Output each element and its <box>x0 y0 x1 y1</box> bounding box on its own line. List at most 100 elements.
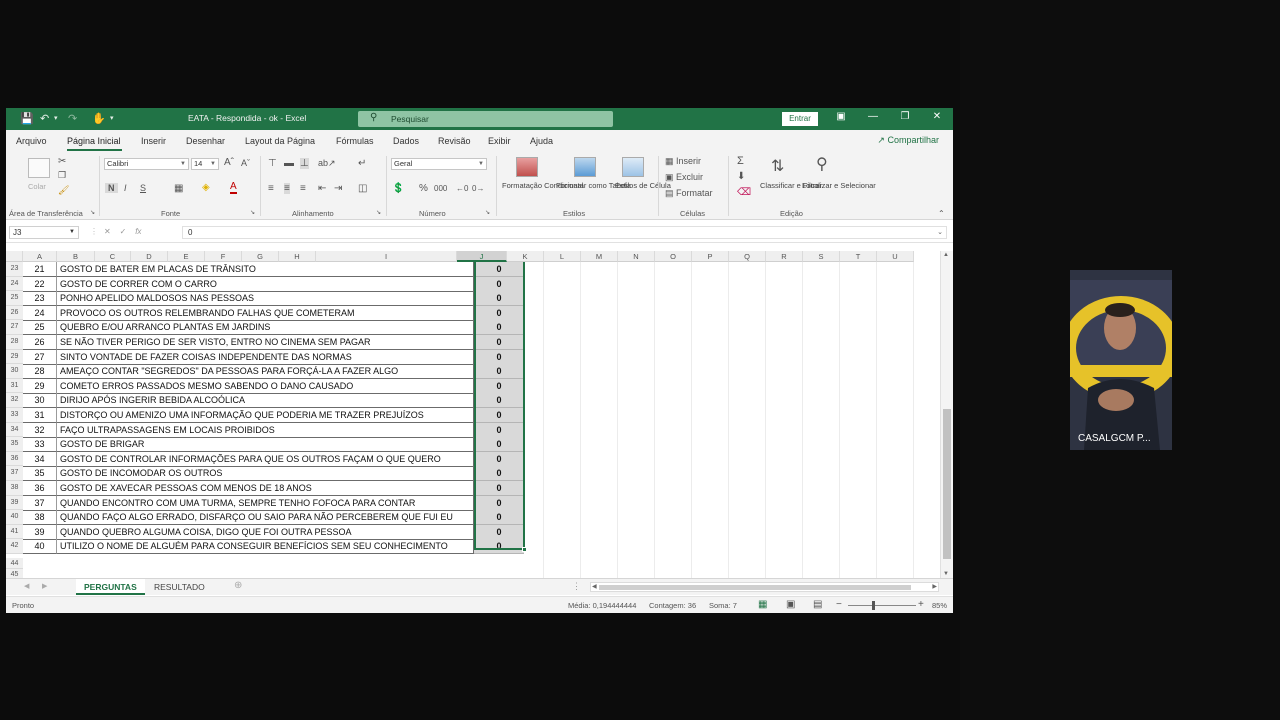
customize-toolbar-icon[interactable]: ▾ <box>110 112 114 126</box>
sort-filter-label[interactable]: Classificar e Filtrar <box>760 181 822 191</box>
row-header[interactable]: 40 <box>6 510 23 525</box>
horizontal-scroll-thumb[interactable] <box>599 585 911 590</box>
row-header[interactable]: 28 <box>6 335 23 350</box>
question-number-cell[interactable]: 34 <box>23 451 57 467</box>
question-number-cell[interactable]: 32 <box>23 422 57 438</box>
question-text-cell[interactable]: GOSTO DE INCOMODAR OS OUTROS <box>57 466 474 482</box>
row-header[interactable]: 24 <box>6 276 23 292</box>
count-status[interactable]: Contagem: 36 <box>649 601 696 610</box>
question-text-cell[interactable]: DIRIJO APÓS INGERIR BEBIDA ALCOÓLICA <box>57 393 474 409</box>
cut-icon[interactable]: ✂ <box>58 156 66 167</box>
row-header[interactable]: 31 <box>6 378 23 394</box>
number-launcher-icon[interactable]: ↘ <box>485 209 490 216</box>
question-number-cell[interactable]: 35 <box>23 466 57 482</box>
touch-mode-icon[interactable]: ✋ <box>92 112 106 126</box>
row-header[interactable]: 33 <box>6 408 23 423</box>
zoom-slider[interactable] <box>848 605 916 606</box>
row-header[interactable]: 36 <box>6 451 23 467</box>
column-header-k[interactable]: K <box>507 251 544 262</box>
tab-revisao[interactable]: Revisão <box>438 136 471 146</box>
column-header-u[interactable]: U <box>877 251 914 262</box>
wrap-text-icon[interactable]: ↵ <box>358 158 366 169</box>
paste-label[interactable]: Colar <box>28 182 46 192</box>
column-header-m[interactable]: M <box>581 251 618 262</box>
orientation-icon[interactable]: ab↗ <box>318 158 336 169</box>
column-header-e[interactable]: E <box>168 251 205 262</box>
undo-icon[interactable]: ↶ <box>40 112 49 126</box>
question-text-cell[interactable]: QUEBRO E/OU ARRANCO PLANTAS EM JARDINS <box>57 320 474 336</box>
question-number-cell[interactable]: 28 <box>23 364 57 380</box>
page-break-icon[interactable]: ▤ <box>813 599 822 610</box>
borders-icon[interactable]: ▦ <box>174 183 183 194</box>
font-launcher-icon[interactable]: ↘ <box>250 209 255 216</box>
question-number-cell[interactable]: 38 <box>23 510 57 526</box>
column-header-s[interactable]: S <box>803 251 840 262</box>
format-painter-icon[interactable]: 🖌 <box>58 185 69 196</box>
row-header[interactable]: 42 <box>6 539 23 554</box>
column-header-c[interactable]: C <box>95 251 131 262</box>
question-number-cell[interactable]: 26 <box>23 335 57 350</box>
prev-sheet-icon[interactable]: ◀ <box>24 582 29 590</box>
increase-font-icon[interactable]: Aˆ <box>224 157 234 168</box>
next-sheet-icon[interactable]: ▶ <box>42 582 47 590</box>
column-header-q[interactable]: Q <box>729 251 766 262</box>
scroll-left-icon[interactable]: ◀ <box>592 583 597 590</box>
question-text-cell[interactable]: AMEAÇO CONTAR "SEGREDOS" DA PESSOAS PARA… <box>57 364 474 380</box>
question-text-cell[interactable]: COMETO ERROS PASSADOS MESMO SABENDO O DA… <box>57 378 474 394</box>
tab-pagina-inicial[interactable]: Página Inicial <box>67 136 121 146</box>
tab-arquivo[interactable]: Arquivo <box>16 136 47 146</box>
sum-status[interactable]: Soma: 7 <box>709 601 737 610</box>
zoom-slider-thumb[interactable] <box>872 601 875 610</box>
alignment-launcher-icon[interactable]: ↘ <box>376 209 381 216</box>
close-icon[interactable]: ✕ <box>927 111 947 122</box>
column-header-l[interactable]: L <box>544 251 581 262</box>
select-all-corner[interactable] <box>6 251 23 262</box>
split-handle-icon[interactable]: ⋮ <box>572 581 581 592</box>
align-top-icon[interactable]: ⊤ <box>268 158 277 169</box>
worksheet-grid[interactable]: ABCDEFGHIJKLMNOPQRSTU 23 21 GOSTO DE BATER… <box>6 251 940 578</box>
tab-layout[interactable]: Layout da Página <box>245 136 315 146</box>
align-bottom-icon[interactable]: ⊥ <box>300 158 309 169</box>
question-number-cell[interactable]: 23 <box>23 291 57 307</box>
scroll-right-icon[interactable]: ▶ <box>932 583 937 590</box>
font-name-combo[interactable]: Calibri ▼ <box>104 158 189 170</box>
row-header[interactable]: 32 <box>6 393 23 408</box>
question-number-cell[interactable]: 33 <box>23 437 57 453</box>
undo-dropdown-icon[interactable]: ▾ <box>54 112 58 126</box>
fill-icon[interactable]: ⬇ <box>737 171 745 182</box>
row-header[interactable]: 45 <box>6 569 23 578</box>
align-right-icon[interactable]: ≡ <box>300 183 306 194</box>
increase-decimal-icon[interactable]: ←0 <box>456 184 468 193</box>
fill-handle[interactable] <box>522 547 527 552</box>
row-header[interactable]: 27 <box>6 320 23 335</box>
question-number-cell[interactable]: 24 <box>23 305 57 321</box>
question-text-cell[interactable]: QUANDO ENCONTRO COM UMA TURMA, SEMPRE TE… <box>57 495 474 511</box>
name-box[interactable]: J3 ▼ <box>9 226 79 239</box>
tab-ajuda[interactable]: Ajuda <box>530 136 553 146</box>
align-center-icon[interactable]: ≡ <box>284 183 290 194</box>
horizontal-scrollbar[interactable]: ◀ ▶ <box>590 582 939 592</box>
cell-styles-label[interactable]: Estilos de Célula <box>615 181 671 191</box>
column-header-p[interactable]: P <box>692 251 729 262</box>
row-header[interactable]: 29 <box>6 349 23 365</box>
ribbon-display-icon[interactable]: ▣ <box>831 111 851 122</box>
row-header[interactable]: 34 <box>6 422 23 438</box>
vertical-scroll-thumb[interactable] <box>943 409 951 559</box>
row-header[interactable]: 39 <box>6 495 23 511</box>
tab-inserir[interactable]: Inserir <box>141 136 166 146</box>
zoom-out-icon[interactable]: − <box>836 599 842 610</box>
row-header[interactable]: 37 <box>6 466 23 481</box>
format-table-label[interactable]: Formatar como Tabela <box>556 181 631 191</box>
format-table-icon[interactable] <box>574 157 596 177</box>
decrease-indent-icon[interactable]: ⇤ <box>318 183 326 194</box>
column-header-n[interactable]: N <box>618 251 655 262</box>
clipboard-launcher-icon[interactable]: ↘ <box>90 209 95 216</box>
question-text-cell[interactable]: DISTORÇO OU AMENIZO UMA INFORMAÇÃO QUE P… <box>57 408 474 423</box>
formula-input[interactable]: 0 ⌄ <box>182 226 947 239</box>
tab-dados[interactable]: Dados <box>393 136 419 146</box>
font-color-icon[interactable]: A <box>230 181 237 194</box>
question-text-cell[interactable]: PONHO APELIDO MALDOSOS NAS PESSOAS <box>57 291 474 307</box>
row-header[interactable]: 41 <box>6 524 23 540</box>
percent-icon[interactable]: % <box>419 183 428 194</box>
question-text-cell[interactable]: PROVOCO OS OUTROS RELEMBRANDO FALHAS QUE… <box>57 305 474 321</box>
